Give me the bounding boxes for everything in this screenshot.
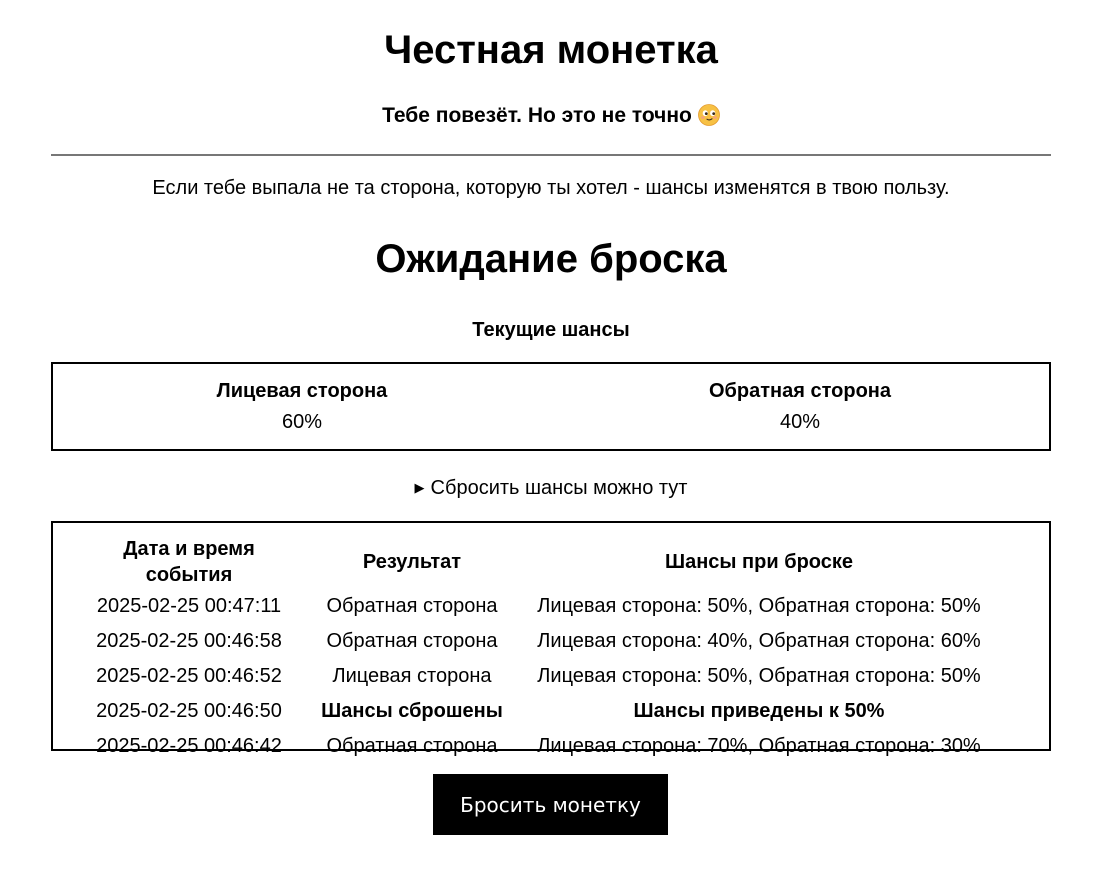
row-result: Обратная сторона: [326, 734, 498, 757]
row-result: Шансы сброшены: [321, 699, 503, 722]
status-heading: Ожидание броска: [375, 237, 727, 281]
row-date: 2025-02-25 00:46:42: [96, 734, 282, 757]
heads-label: Лицевая сторона: [216, 380, 388, 402]
header-divider: [51, 154, 1051, 156]
heads-value: 60%: [281, 411, 323, 433]
smirking-face-icon: [697, 104, 720, 126]
table-row: 2025-02-25 00:46:42 Обратная сторона Лиц…: [75, 728, 997, 763]
current-odds-title: Текущие шансы: [472, 319, 630, 341]
reset-odds-disclosure[interactable]: ▶ Сбросить шансы можно тут: [51, 476, 1051, 500]
row-date: 2025-02-25 00:46:50: [96, 699, 282, 722]
disclosure-triangle-icon: ▶: [414, 480, 425, 495]
row-odds: Лицевая сторона: 50%, Обратная сторона: …: [537, 594, 981, 617]
header-date: Дата и время события: [123, 538, 255, 586]
header-odds: Шансы при броске: [665, 551, 853, 573]
table-row: 2025-02-25 00:46:52 Лицевая сторона Лице…: [75, 658, 997, 693]
row-odds: Лицевая сторона: 70%, Обратная сторона: …: [537, 734, 981, 757]
subtitle-text: Тебе повезёт. Но это не точно: [382, 104, 692, 127]
page-subtitle: Тебе повезёт. Но это не точно: [51, 103, 1051, 129]
tails-label: Обратная сторона: [709, 380, 891, 402]
row-result: Лицевая сторона: [332, 664, 492, 687]
header-result: Результат: [362, 551, 462, 573]
history-header-row: Дата и время события Результат Шансы при…: [75, 536, 997, 588]
table-row: 2025-02-25 00:47:11 Обратная сторона Лиц…: [75, 588, 997, 623]
history-panel: Дата и время события Результат Шансы при…: [51, 521, 1051, 757]
row-date: 2025-02-25 00:46:58: [96, 629, 282, 652]
row-date: 2025-02-25 00:47:11: [96, 594, 282, 617]
row-odds: Шансы приведены к 50%: [633, 699, 885, 722]
info-text: Если тебе выпала не та сторона, которую …: [152, 177, 950, 199]
history-table: Дата и время события Результат Шансы при…: [75, 536, 997, 763]
heads-odds: Лицевая сторона 60%: [53, 364, 551, 449]
tails-value: 40%: [779, 411, 821, 433]
row-result: Обратная сторона: [326, 594, 498, 617]
row-odds: Лицевая сторона: 50%, Обратная сторона: …: [537, 664, 981, 687]
table-row: 2025-02-25 00:46:58 Обратная сторона Лиц…: [75, 623, 997, 658]
current-odds-panel: Лицевая сторона 60% Обратная сторона 40%: [51, 362, 1051, 451]
reset-odds-label: Сбросить шансы можно тут: [430, 477, 688, 499]
row-date: 2025-02-25 00:46:52: [96, 664, 282, 687]
flip-coin-button[interactable]: Бросить монетку: [433, 774, 668, 835]
page-title: Честная монетка: [384, 28, 718, 72]
tails-odds: Обратная сторона 40%: [551, 364, 1049, 449]
table-row: 2025-02-25 00:46:50 Шансы сброшены Шансы…: [75, 693, 997, 728]
row-odds: Лицевая сторона: 40%, Обратная сторона: …: [537, 629, 981, 652]
row-result: Обратная сторона: [326, 629, 498, 652]
